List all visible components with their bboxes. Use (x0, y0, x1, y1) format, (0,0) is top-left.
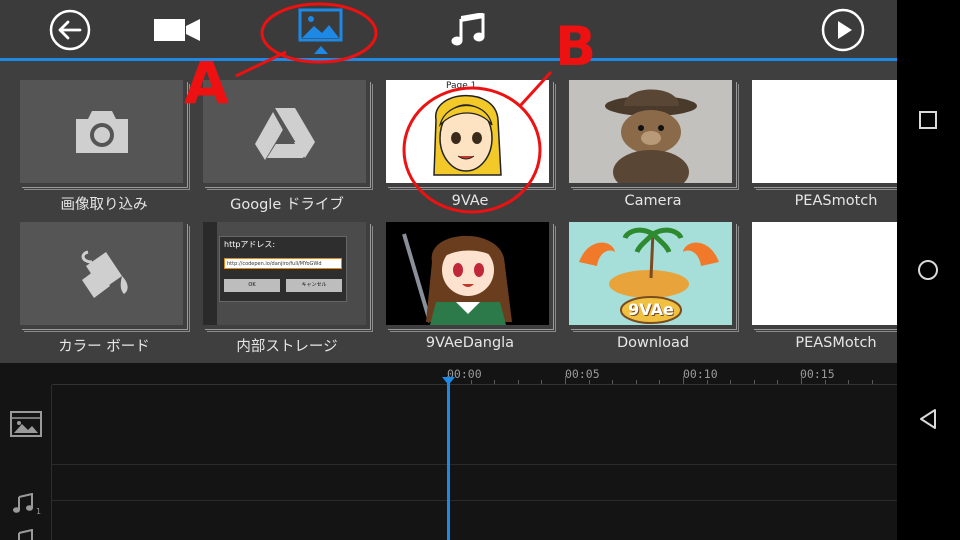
tile-label: PEASmotch (794, 193, 878, 209)
ruler-tick (470, 380, 472, 384)
home-icon[interactable] (913, 255, 943, 285)
ruler-tick (871, 380, 873, 384)
tile-label: Download (616, 335, 690, 351)
android-nav-bar (897, 0, 960, 540)
logo-text: 9VAe (628, 300, 674, 319)
music-track-icon (12, 492, 34, 517)
image-track-icon (10, 411, 42, 441)
annotation-letter-b: B (555, 15, 597, 78)
tile-album-peasmotch[interactable]: PEASmotch (752, 80, 897, 210)
ruler-tick (565, 376, 566, 384)
ruler-tick (541, 380, 543, 384)
ruler-tick (588, 380, 590, 384)
dialog-ok: OK (224, 279, 280, 292)
dialog-url: http://codepen.io/danjiro/full/MYoGWd (224, 258, 342, 269)
anime-character-thumbnail (386, 222, 549, 325)
tick-label: 00:15 (800, 367, 835, 381)
ruler-tick (517, 380, 519, 384)
ruler-tick (659, 380, 661, 384)
tile-album-peasmotch-2[interactable]: PEASMotch (752, 222, 897, 352)
video-camera-icon[interactable] (152, 7, 202, 53)
ruler-tick (824, 380, 826, 384)
tile-internal-storage[interactable]: httpアドレス: http://codepen.io/danjiro/full… (203, 222, 373, 355)
image-icon[interactable] (296, 7, 346, 54)
recent-apps-icon[interactable] (913, 105, 943, 135)
dialog-screenshot-thumbnail: httpアドレス: http://codepen.io/danjiro/full… (203, 222, 366, 325)
anime-girl-thumbnail: Page 1 (386, 80, 549, 183)
tick-label: 00:10 (683, 367, 718, 381)
tile-album-9vaedangla[interactable]: 9VAeDangla (386, 222, 556, 352)
play-icon[interactable] (820, 7, 866, 53)
tile-album-camera[interactable]: Camera (569, 80, 739, 210)
timeline-panel: 00:00 00:05 00:10 00:15 1 (0, 363, 897, 540)
ruler-tick (612, 380, 614, 384)
tick-label: 00:05 (565, 367, 600, 381)
back-arrow-icon[interactable] (47, 7, 93, 53)
tile-label: 内部ストレージ (236, 339, 338, 355)
ruler-tick (635, 380, 637, 384)
ruler-tick (730, 380, 732, 384)
tile-label: Camera (624, 193, 682, 209)
ruler-tick (777, 380, 779, 384)
nav-back-icon[interactable] (913, 404, 943, 434)
audio-track-1[interactable] (52, 465, 897, 501)
dialog-title: httpアドレス: (224, 240, 276, 249)
tile-color-board[interactable]: カラー ボード (20, 222, 190, 355)
music-note-icon[interactable] (445, 7, 491, 53)
ruler-tick (753, 380, 755, 384)
track-header-column: 1 2 (0, 385, 52, 540)
paint-bucket-icon (20, 222, 183, 325)
music-track-icon (12, 528, 34, 540)
teddy-bear-thumbnail (569, 80, 732, 183)
dialog-cancel: キャンセル (286, 279, 342, 292)
tile-label: Google ドライブ (230, 197, 344, 213)
audio-track-2[interactable] (52, 501, 897, 540)
tile-label: カラー ボード (58, 339, 150, 355)
blank-thumbnail (752, 80, 897, 183)
tile-label: PEASMotch (795, 335, 877, 351)
media-gallery: 画像取り込み Google ドライブ Page 1 9VAe Camera PE… (0, 61, 897, 363)
ruler-tick (683, 376, 684, 384)
tile-album-download[interactable]: 9VAe Download (569, 222, 739, 352)
blank-thumbnail (752, 222, 897, 325)
camera-icon (20, 80, 183, 183)
island-logo-thumbnail: 9VAe (569, 222, 732, 325)
tile-label: 9VAe (451, 193, 489, 209)
ruler-tick (494, 380, 496, 384)
ruler-tick (801, 376, 802, 384)
tile-label: 9VAeDangla (425, 335, 515, 351)
tile-image-import[interactable]: 画像取り込み (20, 80, 190, 213)
top-toolbar (0, 0, 897, 60)
annotation-letter-a: A (184, 49, 229, 117)
tile-label: 画像取り込み (60, 197, 148, 213)
tile-album-9vae[interactable]: Page 1 9VAe (386, 80, 556, 210)
ruler-tick (848, 380, 850, 384)
track-number: 1 (36, 507, 42, 516)
time-ruler[interactable]: 00:00 00:05 00:10 00:15 (52, 363, 897, 385)
playhead[interactable] (447, 377, 450, 540)
image-track[interactable] (52, 385, 897, 465)
ruler-tick (706, 380, 708, 384)
